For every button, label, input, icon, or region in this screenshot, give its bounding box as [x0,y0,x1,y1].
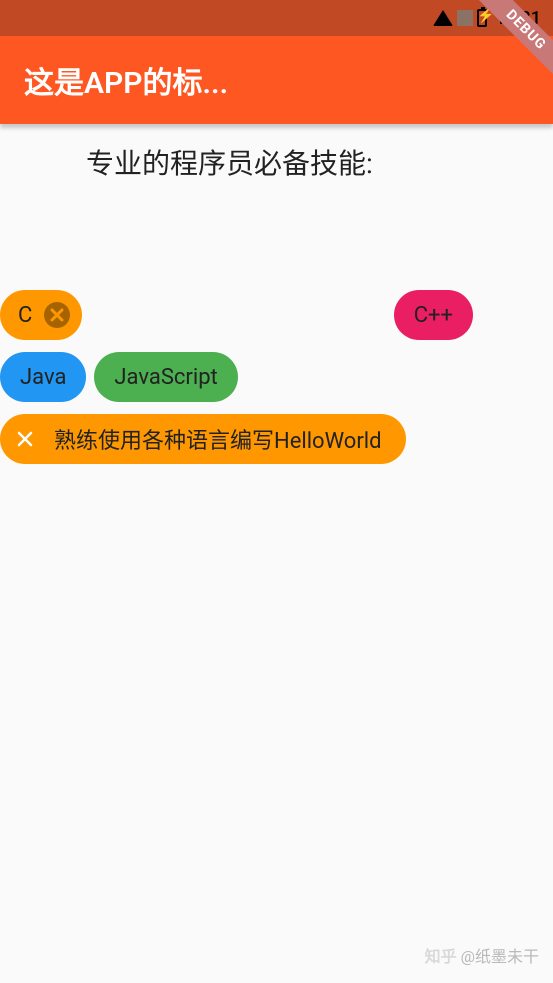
close-icon[interactable] [44,302,70,328]
app-title: 这是APP的标... [24,58,228,102]
chip-row-3: 熟练使用各种语言编写HelloWorld [0,414,553,464]
signal-icon [457,10,473,26]
battery-icon [477,9,487,27]
watermark: 知乎 @纸墨未干 [425,943,539,967]
chip-label: C [18,303,32,328]
chip-helloworld[interactable]: 熟练使用各种语言编写HelloWorld [0,414,406,464]
chip-java[interactable]: Java [0,352,86,402]
section-heading: 专业的程序员必备技能: [0,142,553,182]
chip-javascript[interactable]: JavaScript [94,352,237,402]
chip-row-2: Java JavaScript [0,352,553,402]
chip-cpp[interactable]: C++ [394,290,473,340]
content-area: 专业的程序员必备技能: C C++ Java JavaScript [0,124,553,464]
status-bar: 10:31 [0,0,553,36]
chip-label: 熟练使用各种语言编写HelloWorld [54,423,382,455]
chip-label: C++ [414,303,453,328]
chip-c[interactable]: C [0,290,82,340]
app-bar: 这是APP的标... [0,36,553,124]
chip-label: JavaScript [114,365,217,390]
chips-container: C C++ Java JavaScript [0,290,553,464]
chip-row-1: C C++ [0,290,553,340]
wifi-icon [433,10,453,26]
watermark-brand: 知乎 [425,943,457,967]
chip-label: Java [20,365,66,390]
close-icon[interactable] [8,422,42,456]
watermark-author: @纸墨未干 [461,943,539,967]
